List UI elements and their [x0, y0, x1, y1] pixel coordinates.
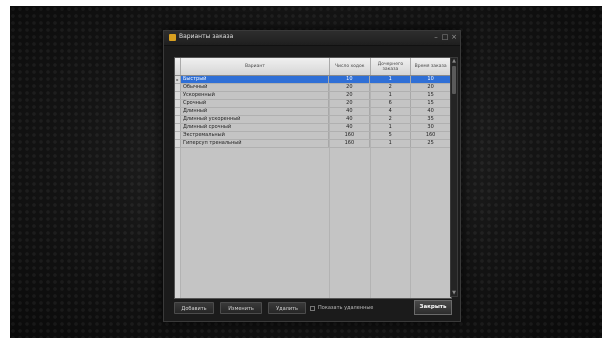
- child-order-cell: 1: [370, 92, 412, 99]
- table-row[interactable]: Обычный 20 2 20: [175, 84, 451, 92]
- child-order-cell: 5: [370, 132, 412, 139]
- child-order-cell: 6: [370, 100, 412, 107]
- variants-table[interactable]: Вариант Число ходок Дочернего заказа Вре…: [174, 57, 452, 299]
- window-title: Варианты заказа: [179, 33, 234, 40]
- table-row[interactable]: Гиперсуп тренальный 160 1 25: [175, 140, 451, 148]
- column-header-trips[interactable]: Число ходок: [330, 58, 371, 75]
- column-header-variant[interactable]: Вариант: [181, 58, 330, 75]
- order-time-cell: 15: [411, 92, 451, 99]
- table-header: Вариант Число ходок Дочернего заказа Вре…: [175, 58, 451, 76]
- show-deleted-label: Показать удаленные: [318, 305, 374, 311]
- close-icon[interactable]: ×: [450, 32, 458, 42]
- table-row[interactable]: Длинный срочный 40 1 30: [175, 124, 451, 132]
- variant-name-cell: Срочный: [181, 100, 330, 107]
- variant-name-cell: Гиперсуп тренальный: [181, 140, 330, 147]
- close-button[interactable]: Закрыть: [414, 300, 452, 315]
- table-row[interactable]: Срочный 20 6 15: [175, 100, 451, 108]
- variant-name-cell: Длинный ускоренный: [181, 116, 330, 123]
- title-bar[interactable]: Варианты заказа – □ ×: [164, 31, 460, 46]
- order-time-cell: 40: [411, 108, 451, 115]
- table-row[interactable]: Длинный 40 4 40: [175, 108, 451, 116]
- child-order-cell: 1: [370, 76, 412, 83]
- order-time-cell: 15: [411, 100, 451, 107]
- order-time-cell: 10: [411, 76, 451, 83]
- show-deleted-checkbox[interactable]: [310, 305, 315, 311]
- scroll-thumb[interactable]: [452, 66, 456, 94]
- add-button[interactable]: Добавить: [174, 302, 214, 314]
- table-row[interactable]: ▸ Быстрый 10 1 10: [175, 76, 451, 84]
- trips-cell: 40: [329, 116, 371, 123]
- table-row[interactable]: Ускоренный 20 1 15: [175, 92, 451, 100]
- order-variants-dialog: Варианты заказа – □ × Вариант Число ходо…: [163, 30, 461, 322]
- column-header-child-order[interactable]: Дочернего заказа: [371, 58, 412, 75]
- scroll-down-icon[interactable]: ▼: [451, 290, 457, 296]
- child-order-cell: 2: [370, 84, 412, 91]
- variant-name-cell: Обычный: [181, 84, 330, 91]
- order-time-cell: 160: [411, 132, 451, 139]
- order-time-cell: 30: [411, 124, 451, 131]
- show-deleted-toggle[interactable]: Показать удаленные: [310, 305, 373, 311]
- table-row[interactable]: Длинный ускоренный 40 2 35: [175, 116, 451, 124]
- order-time-cell: 35: [411, 116, 451, 123]
- trips-cell: 160: [329, 140, 371, 147]
- order-time-cell: 25: [411, 140, 451, 147]
- grid-area: Вариант Число ходок Дочернего заказа Вре…: [174, 57, 460, 321]
- variant-name-cell: Ускоренный: [181, 92, 330, 99]
- order-time-cell: 20: [411, 84, 451, 91]
- child-order-cell: 1: [370, 124, 412, 131]
- edit-button[interactable]: Изменить: [220, 302, 262, 314]
- column-header-order-time[interactable]: Время заказа: [411, 58, 451, 75]
- variant-name-cell: Экстремальный: [181, 132, 330, 139]
- table-row[interactable]: Экстремальный 160 5 160: [175, 132, 451, 140]
- trips-cell: 20: [329, 100, 371, 107]
- trips-cell: 40: [329, 124, 371, 131]
- minimize-icon[interactable]: –: [432, 32, 440, 42]
- child-order-cell: 2: [370, 116, 412, 123]
- scroll-up-icon[interactable]: ▲: [451, 58, 457, 64]
- vertical-scrollbar[interactable]: ▲ ▼: [450, 57, 458, 297]
- variant-name-cell: Длинный: [181, 108, 330, 115]
- child-order-cell: 4: [370, 108, 412, 115]
- child-order-cell: 1: [370, 140, 412, 147]
- variant-name-cell: Быстрый: [180, 76, 330, 83]
- dialog-footer: Добавить Изменить Удалить Показать удале…: [172, 299, 452, 317]
- maximize-icon[interactable]: □: [441, 32, 449, 42]
- trips-cell: 40: [329, 108, 371, 115]
- trips-cell: 10: [329, 76, 371, 83]
- trips-cell: 20: [329, 92, 371, 99]
- app-icon: [169, 34, 176, 41]
- delete-button[interactable]: Удалить: [268, 302, 306, 314]
- table-body: ▸ Быстрый 10 1 10 Обычный 20 2 20 Ускоренный 20 1 15…: [175, 76, 451, 148]
- trips-cell: 20: [329, 84, 371, 91]
- trips-cell: 160: [329, 132, 371, 139]
- variant-name-cell: Длинный срочный: [181, 124, 330, 131]
